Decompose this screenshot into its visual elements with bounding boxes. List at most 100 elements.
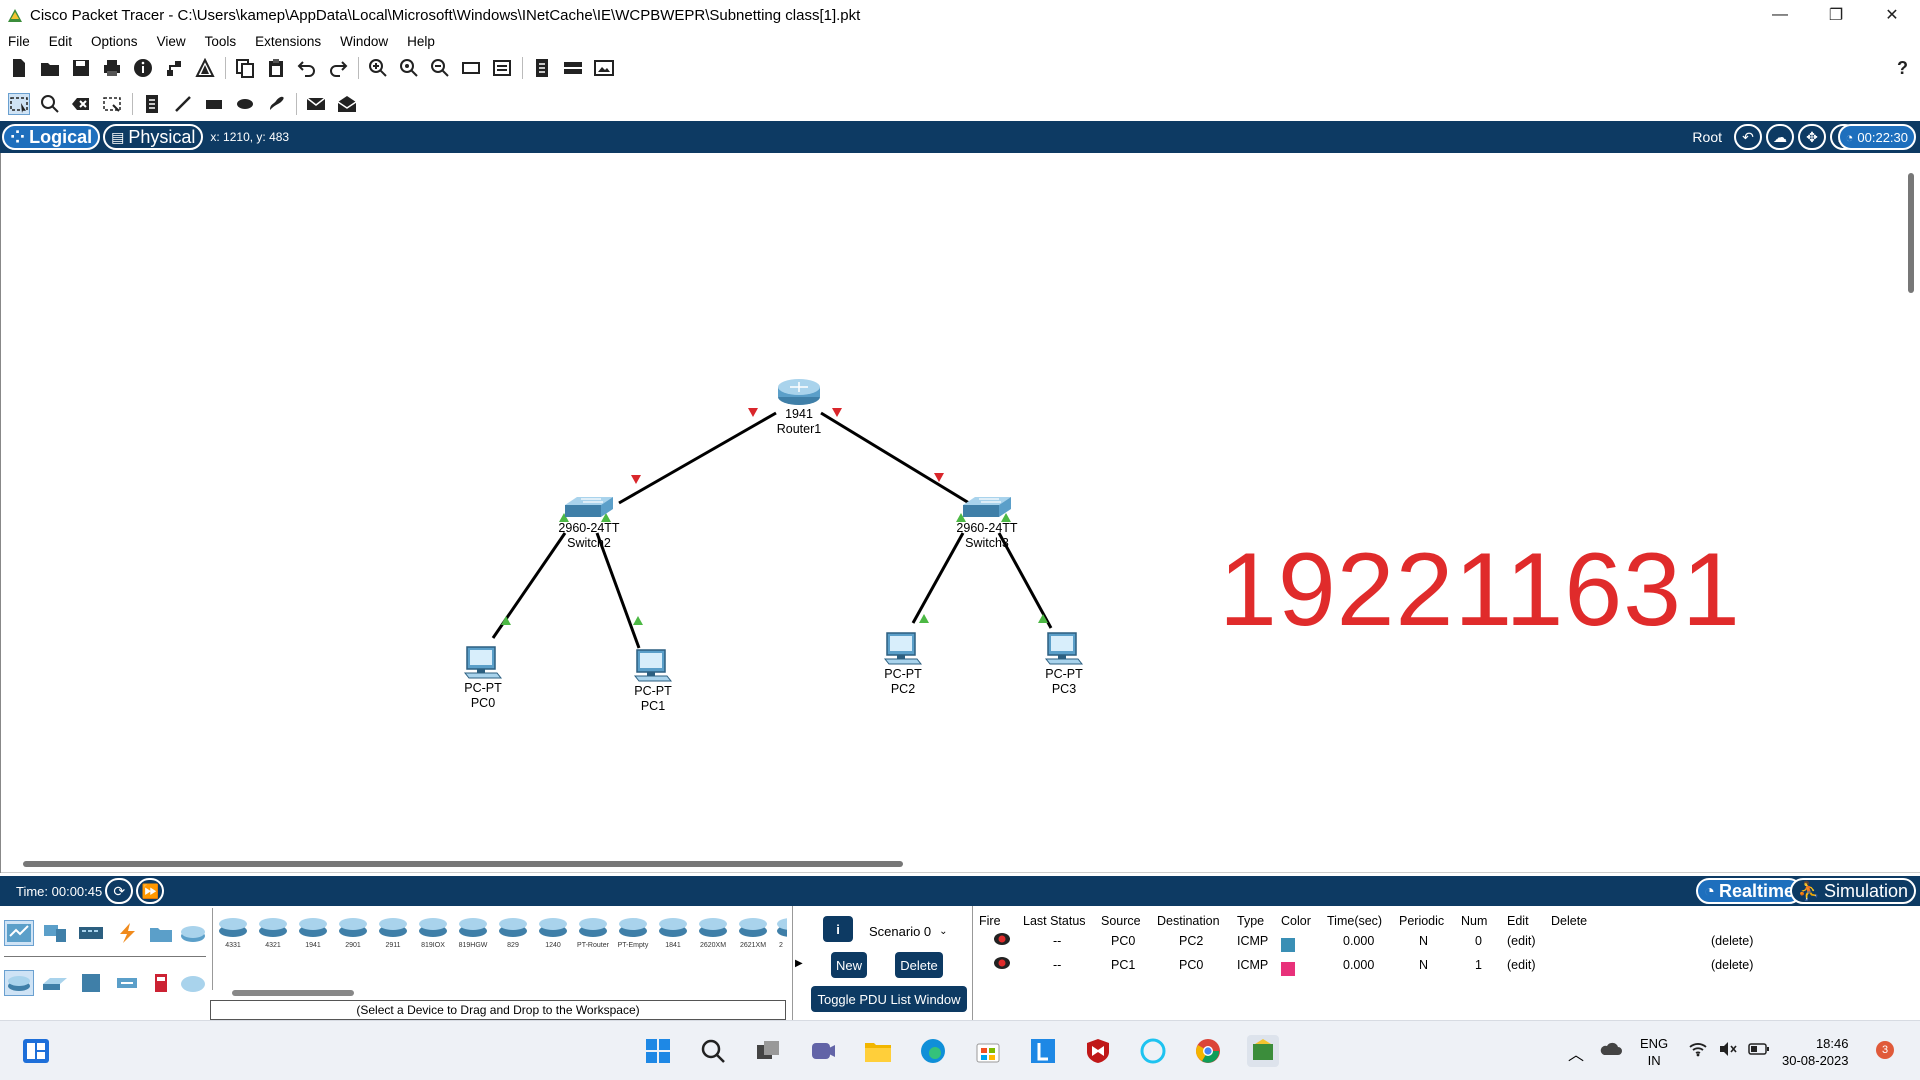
alexa-icon[interactable] [1137,1035,1169,1067]
task-view-icon[interactable] [752,1035,784,1067]
save-icon[interactable] [70,57,92,79]
teams-chat-icon[interactable] [807,1035,839,1067]
pdu-edit-link[interactable]: (edit) [1507,958,1535,972]
close-button[interactable]: ✕ [1864,0,1920,30]
network-info-icon[interactable] [163,57,185,79]
open-folder-icon[interactable] [39,57,61,79]
info-icon[interactable] [132,57,154,79]
device-tile-1941[interactable]: 1941 [295,914,331,952]
draw-rectangle-icon[interactable] [203,93,225,115]
mcafee-icon[interactable] [1082,1035,1114,1067]
undo-icon[interactable] [296,57,318,79]
wifi-icon[interactable] [1688,1041,1708,1060]
notes-icon[interactable] [531,57,553,79]
start-windows-icon[interactable] [642,1035,674,1067]
delete-tool-icon[interactable] [70,93,92,115]
menu-tools[interactable]: Tools [205,34,237,49]
device-rack-icon[interactable] [562,57,584,79]
device-tile-2621xm[interactable]: 2621XM [735,914,771,952]
device-tile-819iox[interactable]: 819IOX [415,914,451,952]
link-router1-switch3[interactable] [820,411,970,505]
collapse-arrow-icon[interactable]: ▶ [795,958,803,969]
file-explorer-icon[interactable] [862,1035,894,1067]
menu-options[interactable]: Options [91,34,138,49]
toggle-pdu-list-button[interactable]: Toggle PDU List Window [811,986,967,1012]
pdu-delete-link[interactable]: (delete) [1711,958,1753,972]
search-icon[interactable] [697,1035,729,1067]
wireless-devices-icon[interactable] [112,970,142,996]
fast-forward-icon[interactable]: ⏩ [136,878,165,904]
link-router1-switch2[interactable] [618,411,777,505]
pdu-delete-link[interactable]: (delete) [1711,934,1753,948]
onedrive-icon[interactable] [1600,1041,1622,1060]
paste-icon[interactable] [265,57,287,79]
drawing-palette-icon[interactable] [460,57,482,79]
volume-muted-icon[interactable] [1718,1041,1738,1060]
minimize-button[interactable]: — [1752,0,1808,30]
chrome-icon[interactable] [1192,1035,1224,1067]
pc0-device[interactable]: PC-PT PC0 [453,645,513,711]
zoom-in-icon[interactable] [367,57,389,79]
device-tile-partial[interactable]: 2 [775,914,787,952]
device-tile-2911[interactable]: 2911 [375,914,411,952]
multiuser-icon[interactable] [178,920,208,946]
menu-extensions[interactable]: Extensions [255,34,321,49]
help-icon[interactable]: ? [1897,58,1908,79]
inspect-icon[interactable] [39,93,61,115]
image-viewer-icon[interactable] [593,57,615,79]
device-tile-2620xm[interactable]: 2620XM [695,914,731,952]
switches-icon[interactable] [40,970,70,996]
fire-icon[interactable] [993,956,1011,973]
pc2-device[interactable]: PC-PT PC2 [873,631,933,697]
menu-edit[interactable]: Edit [49,34,72,49]
routers-icon[interactable] [4,970,34,996]
device-tile-pt-router[interactable]: PT-Router [575,914,611,952]
wan-emulation-icon[interactable] [178,970,208,996]
scenario-info-icon[interactable]: i [823,916,853,942]
device-tile-1841[interactable]: 1841 [655,914,691,952]
pc1-device[interactable]: PC-PT PC1 [623,648,683,714]
security-icon[interactable] [146,970,176,996]
notification-badge[interactable]: 3 [1876,1041,1894,1059]
new-file-icon[interactable] [8,57,30,79]
edge-browser-icon[interactable] [917,1035,949,1067]
new-cluster-icon[interactable]: ☁ [1766,124,1794,150]
simple-pdu-icon[interactable] [305,93,327,115]
viewport-clock[interactable]: ◔ 00:22:30 [1837,124,1916,150]
components-icon[interactable] [76,920,106,946]
miscellaneous-icon[interactable] [146,920,176,946]
realtime-mode-button[interactable]: ◔ Realtime [1696,878,1802,904]
resize-shape-icon[interactable] [101,93,123,115]
menu-help[interactable]: Help [407,34,435,49]
freeform-icon[interactable] [265,93,287,115]
device-tile-1240[interactable]: 1240 [535,914,571,952]
battery-icon[interactable] [1748,1043,1770,1058]
print-icon[interactable] [101,57,123,79]
connections-icon[interactable] [112,920,142,946]
pc3-device[interactable]: PC-PT PC3 [1034,631,1094,697]
zoom-reset-icon[interactable] [398,57,420,79]
workspace-horizontal-scrollbar[interactable] [23,861,903,867]
menu-file[interactable]: File [8,34,30,49]
show-hidden-icons[interactable]: ︿ [1568,1041,1584,1065]
draw-line-icon[interactable] [172,93,194,115]
physical-tab[interactable]: ▤ Physical [103,124,204,150]
power-cycle-icon[interactable]: ⟳ [105,878,134,904]
device-tile-2901[interactable]: 2901 [335,914,371,952]
device-list-scrollbar[interactable] [232,990,354,996]
system-clock[interactable]: 18:46 30-08-2023 [1782,1035,1849,1069]
device-tile-4321[interactable]: 4321 [255,914,291,952]
activity-wizard-icon[interactable] [194,57,216,79]
packet-tracer-taskbar-icon[interactable] [1247,1035,1279,1067]
switch3-device[interactable]: 2960-24TT Switch3 [947,493,1027,551]
device-tile-4331[interactable]: 4331 [215,914,251,952]
select-icon[interactable] [8,93,30,115]
router1-device[interactable]: 1941 Router1 [763,375,835,437]
delete-scenario-button[interactable]: Delete [895,952,943,978]
restore-button[interactable]: ❐ [1808,0,1864,30]
logical-tab[interactable]: ⁘ Logical [2,124,101,150]
new-scenario-button[interactable]: New [831,952,867,978]
draw-ellipse-icon[interactable] [234,93,256,115]
move-object-icon[interactable]: ✥ [1798,124,1826,150]
menu-view[interactable]: View [157,34,186,49]
